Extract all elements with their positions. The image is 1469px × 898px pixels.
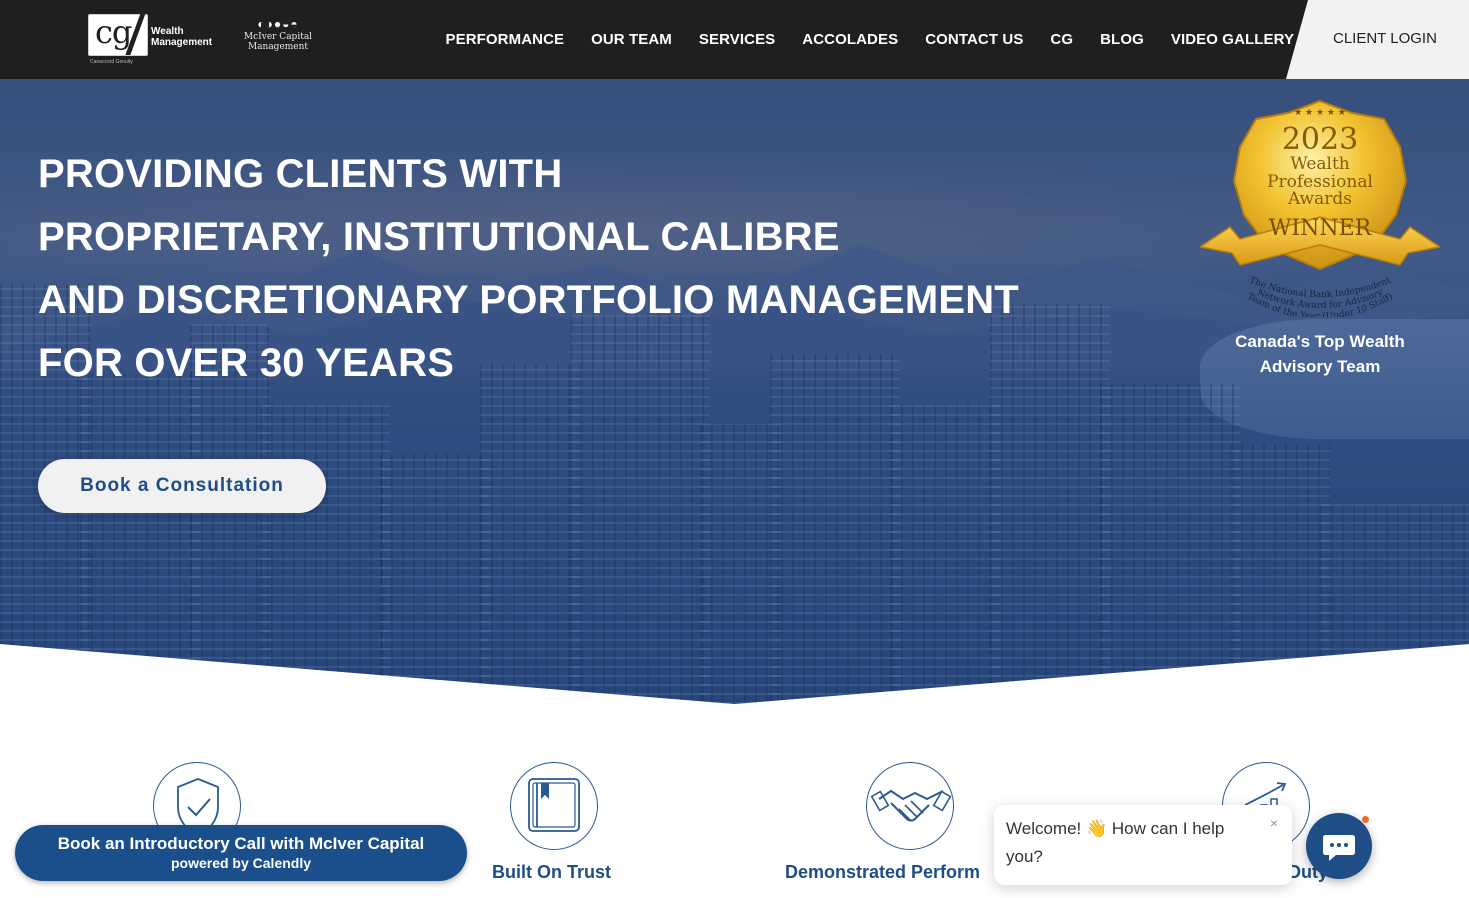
book-consultation-button[interactable]: Book a Consultation xyxy=(38,459,326,513)
award-line-3: Awards xyxy=(1287,189,1352,209)
nav-contact-us[interactable]: CONTACT US xyxy=(925,31,1023,48)
award-line-1: Wealth xyxy=(1290,154,1350,174)
feature-label-demonstrated-performance: Demonstrated Perform xyxy=(785,862,981,882)
calendly-book-call-button[interactable]: Book an Introductory Call with McIver Ca… xyxy=(15,825,467,881)
chat-close-icon[interactable]: × xyxy=(1270,815,1278,831)
nav-video-gallery[interactable]: VIDEO GALLERY xyxy=(1171,31,1294,48)
nav-performance[interactable]: PERFORMANCE xyxy=(446,31,565,48)
canaccord-genuity-label: Canaccord Genuity xyxy=(90,59,133,65)
top-navbar: cg Wealth Management Canaccord Genuity ◐… xyxy=(0,0,1469,79)
mciver-capital-logo[interactable]: ◐◑●◒◓ McIver Capital Management xyxy=(230,16,326,64)
headline-line-2: PROPRIETARY, INSTITUTIONAL CALIBRE xyxy=(38,215,840,259)
book-icon xyxy=(510,762,598,850)
calendly-main-label: Book an Introductory Call with McIver Ca… xyxy=(57,834,425,853)
chat-launcher-button[interactable] xyxy=(1306,813,1372,879)
award-stars: ★ ★ ★ ★ ★ xyxy=(1294,108,1346,118)
wealth-professional-awards-badge: ★ ★ ★ ★ ★ 2023 Wealth Professional Award… xyxy=(1200,99,1440,317)
headline-line-1: PROVIDING CLIENTS WITH xyxy=(38,152,563,196)
headline-line-4: FOR OVER 30 YEARS xyxy=(38,341,455,385)
mciver-name-line2: Management xyxy=(247,42,309,52)
nav-accolades[interactable]: ACCOLADES xyxy=(802,31,898,48)
handshake-icon xyxy=(866,762,954,850)
hero-headline: PROVIDING CLIENTS WITH PROPRIETARY, INST… xyxy=(38,143,1019,395)
management-label: Management xyxy=(151,37,213,48)
cg-wealth-management-logo[interactable]: cg Wealth Management Canaccord Genuity xyxy=(88,13,218,65)
page: cg Wealth Management Canaccord Genuity ◐… xyxy=(0,0,1469,898)
client-login-button[interactable]: CLIENT LOGIN xyxy=(1333,30,1437,47)
nav-services[interactable]: SERVICES xyxy=(699,31,775,48)
book-icon-glyph xyxy=(528,778,580,832)
cg-logo-text: cg xyxy=(95,13,132,51)
feature-label-built-on-trust: Built On Trust xyxy=(492,862,611,882)
award-year: 2023 xyxy=(1282,122,1358,157)
mciver-moons-icon: ◐◑●◒◓ xyxy=(257,17,299,31)
cg-logo-box: cg xyxy=(88,13,148,56)
award-caption: Canada's Top Wealth Advisory Team xyxy=(1200,329,1440,379)
calendly-powered-by: powered by Calendly xyxy=(170,855,312,871)
handshake-icon-glyph xyxy=(870,789,952,822)
chat-welcome-text: Welcome! 👋 How can I help you? xyxy=(1006,815,1256,871)
hero-section: PROVIDING CLIENTS WITH PROPRIETARY, INST… xyxy=(0,79,1469,704)
award-caption-line-2: Advisory Team xyxy=(1259,357,1381,376)
headline-line-3: AND DISCRETIONARY PORTFOLIO MANAGEMENT xyxy=(38,278,1019,322)
main-nav: PERFORMANCE OUR TEAM SERVICES ACCOLADES … xyxy=(432,0,1308,79)
nav-cg[interactable]: CG xyxy=(1050,31,1073,48)
nav-blog[interactable]: BLOG xyxy=(1100,31,1144,48)
chat-welcome-bubble[interactable]: Welcome! 👋 How can I help you? × xyxy=(994,805,1292,885)
chat-icon xyxy=(1323,835,1355,861)
wave-emoji-icon: 👋 xyxy=(1086,819,1108,838)
mciver-name-line1: McIver Capital xyxy=(243,32,313,42)
chat-message-start: Welcome! xyxy=(1006,819,1086,838)
wealth-label: Wealth xyxy=(151,26,184,37)
award-caption-line-1: Canada's Top Wealth xyxy=(1235,332,1405,351)
chat-notification-dot xyxy=(1362,816,1369,823)
nav-our-team[interactable]: OUR TEAM xyxy=(591,31,672,48)
award-ribbon: WINNER xyxy=(1269,216,1373,241)
